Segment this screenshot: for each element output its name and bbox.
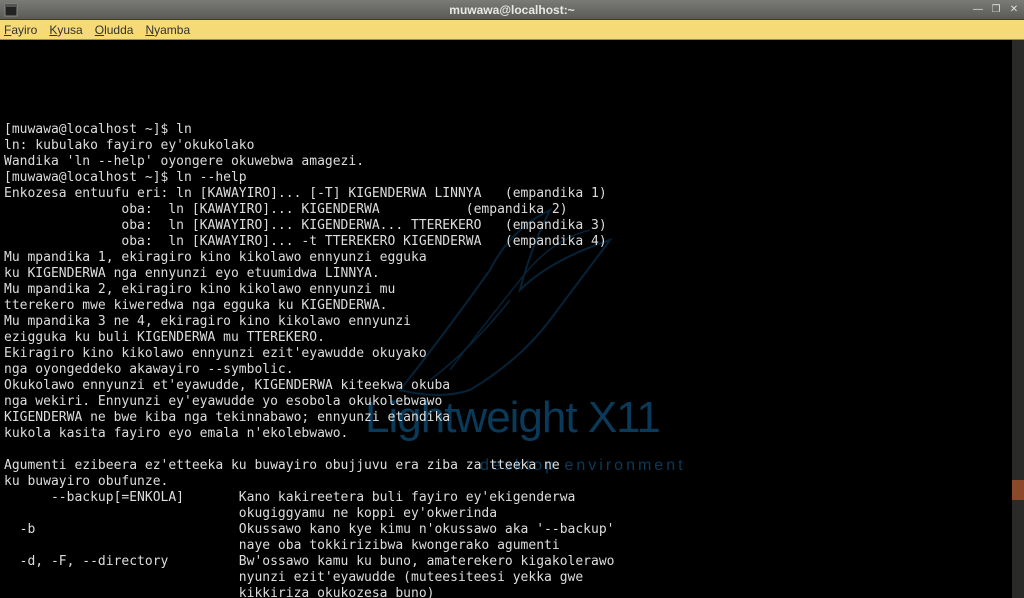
- menubar: Fayiro Kyusa Oludda Nyamba: [0, 20, 1024, 40]
- window-titlebar: muwawa@localhost:~ — ❐ ✕: [0, 0, 1024, 20]
- menu-nyamba[interactable]: Nyamba: [145, 23, 190, 37]
- menu-oludda[interactable]: Oludda: [95, 23, 134, 37]
- app-icon: [4, 3, 18, 17]
- menu-fayiro[interactable]: Fayiro: [4, 23, 37, 37]
- minimize-button[interactable]: —: [970, 3, 986, 17]
- window-controls: — ❐ ✕: [970, 3, 1022, 17]
- terminal[interactable]: Lightweight X11 desktop environment [muw…: [0, 40, 1024, 598]
- window-title: muwawa@localhost:~: [449, 3, 574, 17]
- close-button[interactable]: ✕: [1006, 3, 1022, 17]
- maximize-button[interactable]: ❐: [988, 3, 1004, 17]
- terminal-output: [muwawa@localhost ~]$ ln ln: kubulako fa…: [4, 122, 1020, 598]
- menu-kyusa[interactable]: Kyusa: [49, 23, 82, 37]
